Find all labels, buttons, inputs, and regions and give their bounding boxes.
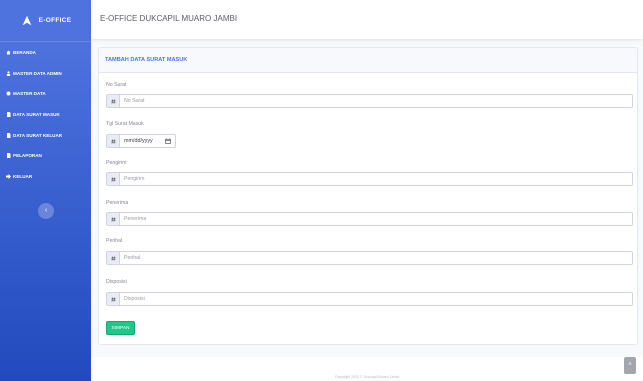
no-surat-label: No Surat <box>106 82 127 88</box>
disposisi-input[interactable] <box>120 293 632 305</box>
sidebar-item-beranda[interactable]: BERANDA <box>0 42 91 63</box>
user-icon <box>6 70 11 76</box>
sidebar-item-label: DATA SURAT KELUAR <box>13 132 63 138</box>
calendar-icon[interactable] <box>165 138 171 144</box>
perihal-label: Perihal <box>106 238 123 244</box>
sidebar-item-label: MASTER DATA <box>13 91 46 97</box>
disposisi-label: Disposisi <box>106 279 127 285</box>
date-value: mm/dd/yyyy <box>124 138 153 144</box>
sidebar-item-pelaporan[interactable]: PELAPORAN <box>0 145 91 166</box>
sidebar-item-data-surat-keluar[interactable]: DATA SURAT KELUAR <box>0 125 91 146</box>
hash-icon <box>107 173 120 185</box>
brand-name: E-OFFICE <box>38 17 72 24</box>
tgl-surat-masuk-group: mm/dd/yyyy <box>106 134 176 148</box>
pengirim-input[interactable] <box>120 173 632 185</box>
database-icon <box>6 91 11 96</box>
sidebar-item-master-data[interactable]: MASTER DATA <box>0 83 91 104</box>
perihal-group <box>106 251 633 265</box>
hash-icon <box>107 135 120 147</box>
sidebar-item-label: PELAPORAN <box>13 153 42 159</box>
page-title: E-OFFICE DUKCAPIL MUARO JAMBI <box>100 14 238 23</box>
sidebar-item-master-data-admin[interactable]: MASTER DATA ADMIN <box>0 63 91 84</box>
hash-icon <box>107 213 120 225</box>
brand[interactable]: E-OFFICE <box>0 0 91 42</box>
no-surat-group <box>106 94 633 108</box>
file-icon <box>7 153 11 159</box>
sidebar-item-label: KELUAR <box>13 173 33 179</box>
sidebar-item-label: DATA SURAT MASUK <box>13 111 60 117</box>
disposisi-group <box>106 292 633 306</box>
home-icon <box>6 50 11 55</box>
hash-icon <box>107 252 120 264</box>
copyright-text: Copyright 2023 © Dukcapil Muaro Jambi <box>334 375 400 379</box>
card-header: TAMBAH DATA SURAT MASUK <box>99 48 637 73</box>
sidebar-item-keluar[interactable]: KELUAR <box>0 166 91 187</box>
rocket-icon <box>22 15 31 25</box>
sidebar: E-OFFICE BERANDA MASTER DATA ADMIN MASTE… <box>0 0 91 381</box>
form-card: TAMBAH DATA SURAT MASUK No Surat Tgl Sur… <box>98 47 638 345</box>
sign-out-icon <box>6 173 11 179</box>
pengirim-group <box>106 172 633 186</box>
pengirim-label: Pengirim <box>106 160 127 166</box>
footer: Copyright 2023 © Dukcapil Muaro Jambi <box>91 357 643 381</box>
tgl-surat-masuk-input[interactable]: mm/dd/yyyy <box>120 135 175 147</box>
hash-icon <box>107 95 120 107</box>
sidebar-item-label: BERANDA <box>13 49 36 55</box>
scroll-to-top-button[interactable]: ˄ <box>624 357 636 374</box>
sidebar-item-data-surat-masuk[interactable]: DATA SURAT MASUK <box>0 104 91 125</box>
file-icon <box>7 132 11 138</box>
simpan-button[interactable]: SIMPAN <box>106 321 135 335</box>
no-surat-input[interactable] <box>120 95 632 107</box>
file-icon <box>7 111 11 117</box>
topbar: E-OFFICE DUKCAPIL MUARO JAMBI <box>91 0 643 39</box>
penerima-group <box>106 212 633 226</box>
card-title: TAMBAH DATA SURAT MASUK <box>105 57 188 63</box>
sidebar-toggle-button[interactable]: ‹ <box>38 203 54 219</box>
sidebar-item-label: MASTER DATA ADMIN <box>13 70 62 76</box>
hash-icon <box>107 293 120 305</box>
penerima-input[interactable] <box>120 213 632 225</box>
perihal-input[interactable] <box>120 252 632 264</box>
tgl-surat-masuk-label: Tgl Surat Masuk <box>106 121 144 127</box>
penerima-label: Penerima <box>106 200 129 206</box>
